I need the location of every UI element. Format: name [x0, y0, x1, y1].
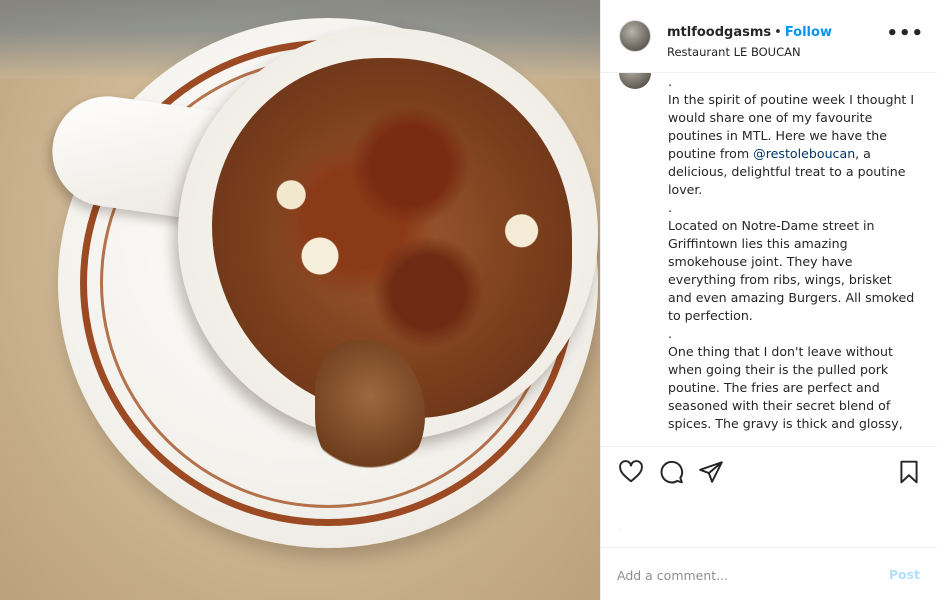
more-options-icon[interactable]: •••: [886, 23, 924, 44]
caption-line: One thing that I don't leave without whe…: [668, 344, 903, 431]
comment-input[interactable]: [617, 565, 877, 585]
caption-area[interactable]: . In the spirit of poutine week I though…: [601, 73, 937, 445]
post-meta: ·: [601, 496, 937, 546]
meta-placeholder: ·: [619, 526, 622, 535]
comment-bar: Post: [601, 547, 937, 601]
post-header: mtlfoodgasms • Follow Restaurant LE BOUCAN…: [601, 0, 937, 73]
post-photo[interactable]: [0, 0, 600, 600]
location-link[interactable]: Restaurant LE BOUCAN: [667, 45, 877, 59]
caption-line: In the spirit of poutine week I thought …: [668, 91, 918, 199]
send-icon[interactable]: [698, 459, 724, 485]
comment-icon[interactable]: [658, 459, 684, 485]
caption-text: . In the spirit of poutine week I though…: [668, 73, 918, 433]
username-link[interactable]: mtlfoodgasms: [667, 25, 771, 40]
instagram-post-modal: mtlfoodgasms • Follow Restaurant LE BOUCAN…: [0, 0, 937, 600]
bookmark-icon[interactable]: [896, 459, 922, 485]
follow-button[interactable]: Follow: [785, 25, 832, 40]
caption-line: .: [668, 326, 673, 341]
heart-icon[interactable]: [618, 459, 644, 485]
caption-line: Located on Notre-Dame street in Griffint…: [668, 218, 915, 323]
mention-link[interactable]: @restoleboucan: [753, 146, 855, 161]
post-side-panel: mtlfoodgasms • Follow Restaurant LE BOUCAN…: [600, 0, 937, 600]
post-header-text: mtlfoodgasms • Follow Restaurant LE BOUCAN: [667, 21, 877, 59]
caption-avatar[interactable]: [619, 73, 651, 89]
caption-line: .: [668, 200, 673, 215]
caption-line: .: [668, 74, 673, 89]
separator-dot: •: [774, 25, 782, 40]
avatar[interactable]: [619, 20, 651, 52]
action-bar: [601, 446, 937, 497]
post-comment-button[interactable]: Post: [889, 567, 920, 582]
